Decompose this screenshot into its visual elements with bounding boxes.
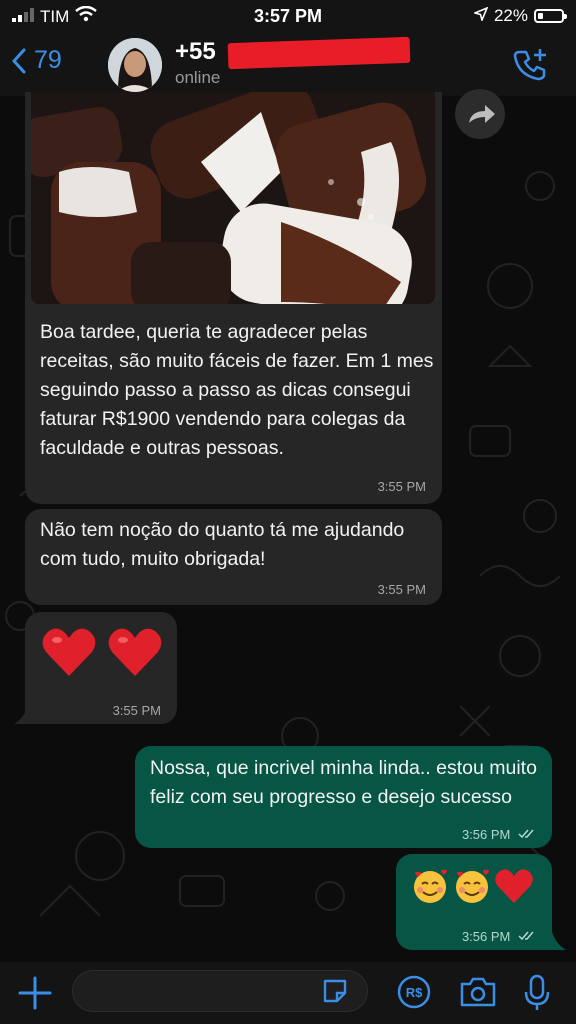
sticker-button[interactable] bbox=[321, 977, 349, 1005]
chat-header: 79 +55 online bbox=[0, 34, 576, 96]
message-bubble-outgoing[interactable]: Nossa, que incrivel minha linda.. estou … bbox=[135, 746, 552, 848]
message-time: 3:55 PM bbox=[377, 479, 426, 494]
heart-icon bbox=[42, 628, 96, 676]
back-button[interactable]: 79 bbox=[12, 46, 62, 75]
location-icon bbox=[472, 6, 489, 26]
bubble-tail bbox=[14, 706, 28, 724]
message-time: 3:55 PM bbox=[112, 703, 161, 718]
share-icon bbox=[469, 105, 495, 123]
read-ticks-icon bbox=[518, 829, 534, 839]
message-time: 3:56 PM bbox=[462, 827, 536, 842]
redaction-mark bbox=[227, 36, 411, 70]
heart-icon bbox=[109, 628, 162, 676]
battery-percent: 22% bbox=[493, 6, 528, 25]
message-time: 3:56 PM bbox=[462, 929, 536, 944]
camera-icon bbox=[460, 977, 496, 1007]
message-bubble-incoming[interactable]: ❤️ ❤️ 3:55 PM bbox=[25, 612, 177, 724]
message-bubble-incoming[interactable]: Boa tardee, queria te agradecer pelas re… bbox=[25, 92, 442, 504]
heart-icon bbox=[495, 869, 533, 904]
payment-icon: R$ bbox=[397, 975, 431, 1009]
sticker-icon bbox=[323, 979, 347, 1003]
forward-button[interactable] bbox=[455, 89, 505, 139]
unread-count: 79 bbox=[34, 46, 62, 74]
plus-icon bbox=[18, 976, 52, 1010]
smiling-face-with-hearts-icon bbox=[414, 869, 447, 903]
svg-text:R$: R$ bbox=[406, 985, 423, 1000]
back-chevron-icon bbox=[12, 48, 26, 73]
camera-button[interactable] bbox=[459, 975, 497, 1009]
contact-status: online bbox=[175, 68, 221, 87]
battery-icon bbox=[534, 9, 567, 23]
message-bubble-outgoing[interactable]: 🥰🥰❤️ 3:56 PM bbox=[396, 854, 552, 950]
message-text: Nossa, que incrivel minha linda.. estou … bbox=[150, 757, 537, 808]
call-add-icon bbox=[513, 49, 546, 81]
payment-button[interactable]: R$ bbox=[397, 975, 431, 1009]
microphone-button[interactable] bbox=[523, 974, 551, 1012]
add-call-button[interactable] bbox=[512, 46, 550, 84]
message-text: Não tem noção do quanto tá me ajudando c… bbox=[40, 519, 405, 570]
smiling-face-with-hearts-icon bbox=[456, 869, 489, 903]
message-input[interactable] bbox=[72, 970, 368, 1012]
microphone-icon bbox=[524, 974, 550, 1010]
avatar[interactable] bbox=[108, 38, 162, 92]
message-bubble-incoming[interactable]: Não tem noção do quanto tá me ajudando c… bbox=[25, 509, 442, 605]
read-ticks-icon bbox=[518, 931, 534, 941]
contact-name[interactable]: +55 bbox=[175, 38, 216, 66]
status-bar: TIM 3:57 PM 22% bbox=[0, 0, 576, 34]
emoji-message: ❤️ ❤️ bbox=[41, 626, 163, 683]
message-time: 3:55 PM bbox=[377, 582, 426, 597]
message-text: Boa tardee, queria te agradecer pelas re… bbox=[40, 321, 434, 459]
attach-button[interactable] bbox=[16, 974, 54, 1012]
emoji-message: 🥰🥰❤️ bbox=[410, 866, 534, 906]
message-photo[interactable] bbox=[31, 92, 435, 304]
bubble-tail bbox=[552, 932, 566, 950]
message-input-bar: R$ bbox=[0, 962, 576, 1024]
